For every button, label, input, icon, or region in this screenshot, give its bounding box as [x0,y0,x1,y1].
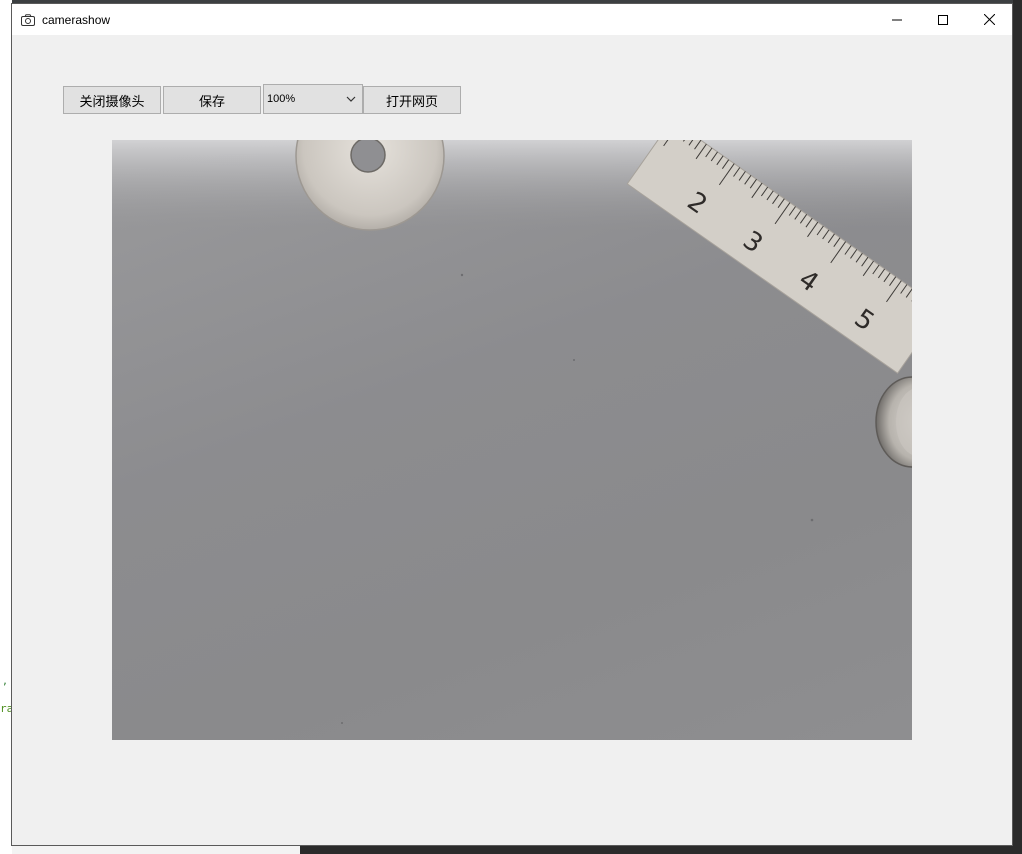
zoom-value: 100% [267,93,296,105]
title-bar[interactable]: camerashow [12,4,1012,35]
background-editor-bottom [300,846,1022,854]
zoom-select[interactable]: 100% [263,84,363,114]
camera-preview: 2 3 4 5 [112,140,912,740]
background-code-fragment: , [2,676,8,687]
maximize-icon [938,14,948,25]
minimize-icon [892,19,902,20]
save-button[interactable]: 保存 [163,86,261,114]
close-icon [983,14,995,25]
minimize-button[interactable] [874,4,920,35]
background-panel [12,846,300,854]
chevron-down-icon [343,91,359,107]
close-button[interactable] [966,4,1012,35]
window-title: camerashow [42,12,111,27]
maximize-button[interactable] [920,4,966,35]
open-webpage-button[interactable]: 打开网页 [363,86,461,114]
window-controls [874,4,1012,35]
close-camera-button[interactable]: 关闭摄像头 [63,86,161,114]
metal-nut [875,376,912,468]
background-editor-right [1013,0,1022,854]
camera-icon [20,12,36,28]
camerashow-window: camerashow 关闭摄像头 保存 100% 打开网页 2 3 4 5 [11,3,1013,846]
